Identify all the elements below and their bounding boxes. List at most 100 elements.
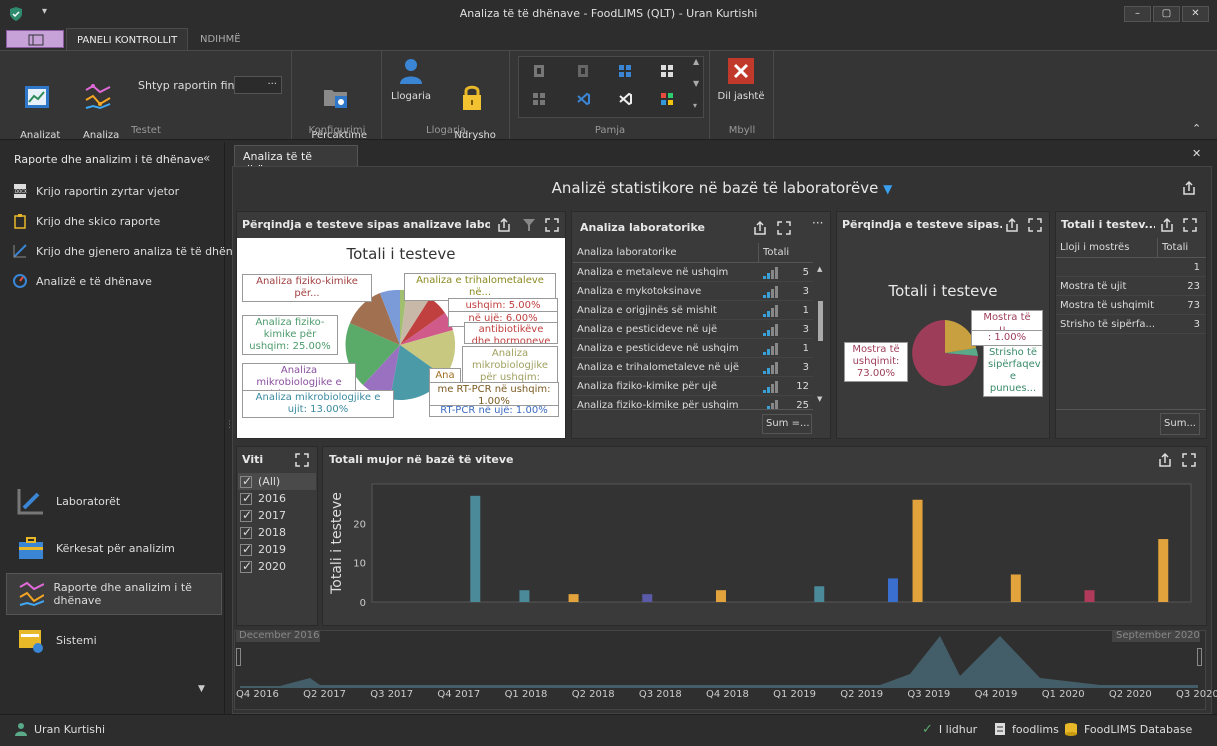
pie1-label-rtpcr-uje: RT-PCR në ujë: 1.00% bbox=[429, 405, 559, 417]
bar-3[interactable] bbox=[642, 594, 653, 602]
barchart-export-icon[interactable] bbox=[1157, 452, 1173, 468]
tab-paneli-kontrollit[interactable]: PANELI KONTROLLIT bbox=[66, 28, 189, 50]
panel3-maximize-icon[interactable] bbox=[1027, 217, 1043, 233]
mostra-col-total[interactable]: Totali bbox=[1158, 238, 1206, 257]
nav-laboratoret[interactable]: Laboratorët bbox=[6, 480, 222, 522]
dashboard-export-icon[interactable] bbox=[1181, 180, 1197, 196]
lab-design-icon bbox=[17, 489, 43, 515]
table-row[interactable]: Analiza e pesticideve në ujë 3 bbox=[573, 320, 813, 339]
panel4-maximize-icon[interactable] bbox=[1182, 217, 1198, 233]
nav-item-raport-vjetor[interactable]: DOCX Krijo raportin zyrtar vjetor bbox=[12, 181, 179, 201]
doc-tab-analiza[interactable]: Analiza të të dhënave bbox=[234, 145, 358, 176]
table-row[interactable]: Mostra të ujit 23 bbox=[1056, 277, 1206, 296]
file-menu-button[interactable] bbox=[6, 30, 64, 48]
table-row[interactable]: 1 bbox=[1056, 258, 1206, 277]
mostra-cell-total: 1 bbox=[1193, 262, 1200, 273]
gray-grid-theme-icon[interactable] bbox=[531, 91, 547, 107]
bar-7[interactable] bbox=[912, 499, 923, 602]
tab-ndihme[interactable]: NDIHMË bbox=[190, 28, 251, 50]
analiza-cell-total: 3 bbox=[759, 320, 813, 338]
nav-item-analize-te-dhenave[interactable]: Analizë e të dhënave bbox=[12, 271, 152, 291]
pie1-chart-title: Totali i testeve bbox=[346, 245, 456, 263]
panel3-export-icon[interactable] bbox=[1004, 217, 1020, 233]
bar-4[interactable] bbox=[715, 590, 726, 602]
splitter-handle-icon[interactable]: ⋮ bbox=[225, 420, 234, 436]
analiza-scrollbar[interactable]: ▲ ▼ bbox=[814, 263, 828, 409]
analiza-cell-name: Analiza e pesticideve në ujë bbox=[577, 324, 718, 335]
panel1-export-icon[interactable] bbox=[496, 217, 512, 233]
close-doc-tab-icon[interactable]: ✕ bbox=[1192, 147, 1201, 160]
nav-raporte-analizim-active[interactable]: Raporte dhe analizim i të dhënave bbox=[6, 573, 222, 615]
viti-option-2016[interactable]: 2016 bbox=[238, 490, 316, 507]
analiza-sum[interactable]: Sum =... bbox=[762, 414, 812, 434]
panel1-clear-filter-icon[interactable] bbox=[521, 217, 537, 233]
bar-8[interactable] bbox=[1010, 574, 1021, 602]
vs-dark-theme-icon[interactable] bbox=[617, 91, 633, 107]
collapse-ribbon-icon[interactable]: ⌃ bbox=[1192, 122, 1201, 135]
percaktime-sistemit-button[interactable]: Përcaktime të sistemit bbox=[296, 56, 376, 155]
bar-6[interactable] bbox=[887, 578, 898, 602]
collapse-nav-icon[interactable]: « bbox=[203, 151, 210, 165]
gallery-up-icon[interactable]: ▲ bbox=[693, 57, 699, 66]
analiza-col-total[interactable]: Totali bbox=[759, 243, 813, 262]
viti-option-2019[interactable]: 2019 bbox=[238, 541, 316, 558]
gallery-expand-icon[interactable]: ▾ bbox=[693, 101, 697, 110]
table-row[interactable]: Mostra të ushqimit 73 bbox=[1056, 296, 1206, 315]
analiza-statistikore-button[interactable]: Analiza statistikore bbox=[68, 56, 128, 155]
viti-maximize-icon[interactable] bbox=[294, 452, 310, 468]
panel2-export-icon[interactable] bbox=[752, 220, 768, 236]
bar-5[interactable] bbox=[814, 586, 825, 602]
analiza-col-name[interactable]: Analiza laboratorike bbox=[573, 243, 759, 262]
grid-theme-icon[interactable] bbox=[659, 63, 675, 79]
scroll-down-icon[interactable]: ▼ bbox=[817, 395, 822, 403]
nav-more-icon[interactable]: ▼ bbox=[198, 684, 205, 694]
scroll-thumb[interactable] bbox=[818, 301, 823, 341]
status-user[interactable]: Uran Kurtishi bbox=[14, 722, 105, 736]
windows-theme-icon[interactable] bbox=[659, 91, 675, 107]
analizat-testeve-button[interactable]: Analizat e testeve bbox=[8, 56, 66, 155]
barchart-maximize-icon[interactable] bbox=[1181, 452, 1197, 468]
llogaria-button[interactable]: Llogaria bbox=[388, 56, 434, 103]
table-row[interactable]: Analiza e trihalometaleve në ujë 3 bbox=[573, 358, 813, 377]
table-row[interactable]: Analiza e origjinës së mishit 1 bbox=[573, 301, 813, 320]
office-theme-icon[interactable] bbox=[531, 63, 547, 79]
panel1-maximize-icon[interactable] bbox=[544, 217, 560, 233]
bar-2[interactable] bbox=[568, 594, 579, 602]
blue-grid-theme-icon[interactable] bbox=[617, 63, 633, 79]
range-xtick: Q3 2020 bbox=[1176, 689, 1217, 700]
dil-jashte-button[interactable]: Dil jashtë bbox=[714, 56, 768, 103]
nav-item-skico-raporte[interactable]: Krijo dhe skico raporte bbox=[12, 211, 160, 231]
minimize-button[interactable]: – bbox=[1124, 6, 1151, 22]
viti-option-2020[interactable]: 2020 bbox=[238, 558, 316, 575]
table-row[interactable]: Analiza e metaleve në ushqim 5 bbox=[573, 263, 813, 282]
panel2-more-icon[interactable]: ··· bbox=[812, 216, 823, 230]
mostra-sum[interactable]: Sum... bbox=[1160, 413, 1200, 435]
maximize-button[interactable]: ▢ bbox=[1153, 6, 1180, 22]
table-row[interactable]: Analiza e mykotoksinave 3 bbox=[573, 282, 813, 301]
scroll-up-icon[interactable]: ▲ bbox=[817, 265, 822, 273]
bar-1[interactable] bbox=[519, 590, 530, 602]
close-window-button[interactable]: ✕ bbox=[1182, 6, 1209, 22]
shtyp-raportin-field[interactable]: ··· bbox=[234, 76, 282, 94]
bar-10[interactable] bbox=[1158, 539, 1169, 602]
panel4-export-icon[interactable] bbox=[1159, 217, 1175, 233]
gallery-down-icon[interactable]: ▼ bbox=[693, 79, 699, 88]
checkbox-checked-icon bbox=[240, 525, 252, 539]
office-dark-theme-icon[interactable] bbox=[575, 63, 591, 79]
mostra-col-name[interactable]: Lloji i mostrës bbox=[1056, 238, 1158, 257]
panel2-maximize-icon[interactable] bbox=[776, 220, 792, 236]
bar-0[interactable] bbox=[470, 495, 481, 602]
table-row[interactable]: Strisho të sipërfa... 3 bbox=[1056, 315, 1206, 334]
table-row[interactable]: Analiza e pesticideve në ushqim 1 bbox=[573, 339, 813, 358]
viti-option-2018[interactable]: 2018 bbox=[238, 524, 316, 541]
nav-item-gjenero-analiza[interactable]: Krijo dhe gjenero analiza të të dhën... bbox=[12, 241, 243, 261]
viti-option-all[interactable]: (All) bbox=[238, 473, 316, 490]
nav-kerkesat[interactable]: Kërkesat për analizim bbox=[6, 527, 222, 569]
bar-9[interactable] bbox=[1084, 590, 1095, 602]
vs-blue-theme-icon[interactable] bbox=[575, 91, 591, 107]
nav-sistemi[interactable]: Sistemi bbox=[6, 619, 222, 661]
viti-option-2017[interactable]: 2017 bbox=[238, 507, 316, 524]
ndrysho-kredencialet-button[interactable]: Ndrysho kredencialet bbox=[438, 56, 506, 155]
table-row[interactable]: Analiza fiziko-kimike për ujë 12 bbox=[573, 377, 813, 396]
filter-icon[interactable]: ▼ bbox=[883, 182, 892, 196]
